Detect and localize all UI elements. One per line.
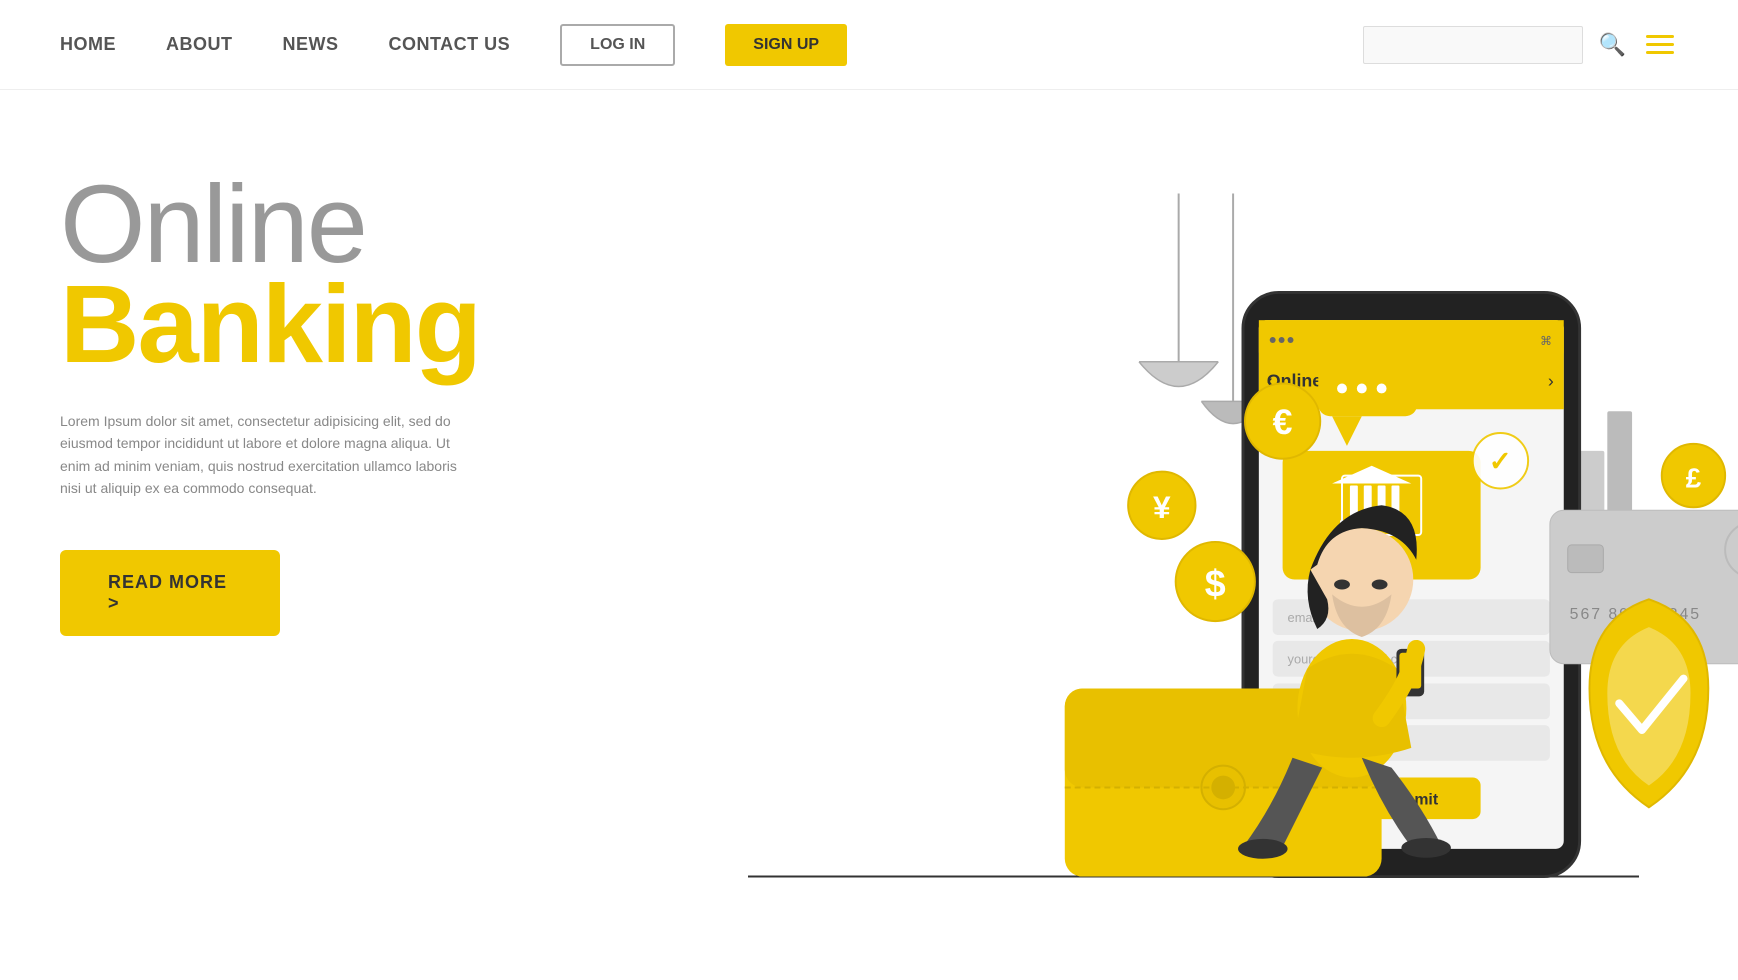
- login-button[interactable]: LOG IN: [560, 24, 675, 66]
- svg-text:›: ›: [1548, 370, 1554, 390]
- search-input[interactable]: [1363, 26, 1583, 64]
- hero-illustration: ⌘ ‹ Online Banking ›: [550, 90, 1738, 980]
- header-right: 🔍: [1363, 26, 1678, 64]
- header: HOME ABOUT NEWS CONTACT US LOG IN SIGN U…: [0, 0, 1738, 90]
- signup-button[interactable]: SIGN UP: [725, 24, 847, 66]
- hero-title-banking: Banking: [60, 270, 490, 380]
- main-content: Online Banking Lorem Ipsum dolor sit ame…: [0, 90, 1738, 980]
- hero-description: Lorem Ipsum dolor sit amet, consectetur …: [60, 410, 460, 500]
- menu-bar-2: [1646, 43, 1674, 46]
- menu-bar-3: [1646, 51, 1674, 54]
- svg-text:✓: ✓: [1489, 446, 1512, 477]
- nav-news[interactable]: NEWS: [283, 34, 339, 55]
- hero-left: Online Banking Lorem Ipsum dolor sit ame…: [0, 90, 550, 980]
- nav-about[interactable]: ABOUT: [166, 34, 233, 55]
- menu-bar-1: [1646, 35, 1674, 38]
- svg-text:$: $: [1205, 562, 1226, 604]
- read-more-button[interactable]: READ MORE >: [60, 550, 280, 636]
- nav-home[interactable]: HOME: [60, 34, 116, 55]
- illustration-svg: ⌘ ‹ Online Banking ›: [550, 90, 1738, 980]
- svg-text:⌘: ⌘: [1540, 334, 1552, 348]
- hamburger-menu-button[interactable]: [1642, 31, 1678, 58]
- nav-contact[interactable]: CONTACT US: [389, 34, 511, 55]
- search-icon[interactable]: 🔍: [1599, 32, 1626, 58]
- svg-text:€: €: [1273, 402, 1293, 442]
- svg-text:¥: ¥: [1153, 489, 1171, 525]
- svg-text:£: £: [1686, 462, 1702, 493]
- main-nav: HOME ABOUT NEWS CONTACT US LOG IN SIGN U…: [60, 24, 1363, 66]
